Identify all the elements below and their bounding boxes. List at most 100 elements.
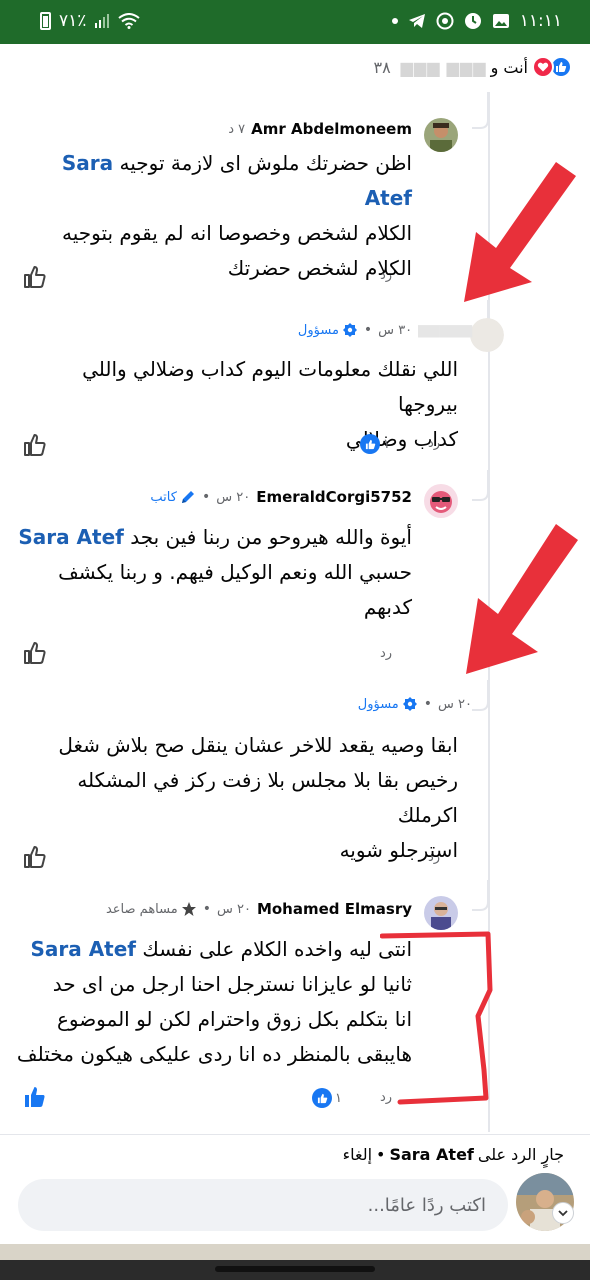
reply-input[interactable]: اكتب ردًا عامًا...: [18, 1179, 508, 1231]
author-name-blurred: ▆▆▆▆▆: [418, 322, 472, 338]
comment-text-line: استرجلو شويه: [339, 838, 458, 862]
comment-text-line: أيوة والله هيروحو من ربنا فين بجد: [130, 525, 412, 549]
reactions-blurred-names: ▆▆▆ ▆▆▆: [400, 57, 487, 77]
comment-text-line: اظن حضرتك ملوش اى لازمة توجيه: [119, 151, 412, 175]
chevron-down-icon[interactable]: [552, 1202, 574, 1224]
signal-icon: [95, 14, 110, 28]
admin-badge: مسؤول: [358, 696, 418, 712]
author-name[interactable]: EmeraldCorgi5752: [256, 488, 412, 506]
comment-text-line: ابقا وصيه يقعد للاخر عشان ينقل صح بلاش ش…: [58, 733, 458, 757]
comment-time[interactable]: ٣٠ س: [378, 323, 412, 338]
like-button-icon[interactable]: [22, 844, 48, 870]
thread-connector: [472, 470, 489, 501]
clock-time: ١١:١١: [519, 11, 562, 31]
comment-time[interactable]: ٢٠ س: [216, 490, 250, 505]
comment-meta: ٢٠ س • مسؤول: [358, 696, 478, 712]
badge-label: مساهم صاعد: [105, 901, 178, 917]
thread-connector: [472, 92, 489, 129]
shield-badge-icon: [402, 697, 417, 711]
comment-time[interactable]: ٢٠ س: [438, 697, 472, 712]
comment-meta: EmeraldCorgi5752 ٢٠ س • كاتب: [150, 488, 412, 506]
like-count-value: ١: [335, 1090, 342, 1106]
meta-separator: •: [202, 901, 211, 917]
comment-meta: ▆▆▆▆▆ ٣٠ س • مسؤول: [298, 322, 478, 338]
reply-composer: جارٍ الرد على Sara Atef • إلغاء اكتب ردً…: [0, 1134, 590, 1244]
replying-name[interactable]: Sara Atef: [389, 1145, 473, 1164]
nav-bar-background-strip: [0, 1244, 590, 1260]
reply-button[interactable]: رد: [428, 850, 440, 865]
reactions-count: ٣٨: [373, 57, 391, 77]
comment-time[interactable]: ٧ د: [228, 122, 245, 137]
gallery-icon: [492, 14, 509, 28]
thread-connector: [472, 880, 489, 911]
badge-label: مسؤول: [297, 322, 339, 338]
red-arrow-annotation: [464, 162, 576, 302]
meta-separator: •: [423, 696, 433, 712]
status-bar: ٧١٪ ١١:١١: [0, 0, 590, 44]
author-name[interactable]: Amr Abdelmoneem: [251, 120, 412, 138]
home-gesture-bar[interactable]: [215, 1266, 375, 1272]
reactions-summary[interactable]: أنت و ▆▆▆ ▆▆▆ ٣٨: [373, 52, 572, 82]
status-left: ٧١٪: [40, 11, 141, 31]
reply-input-placeholder: اكتب ردًا عامًا...: [367, 1194, 486, 1216]
cancel-reply-button[interactable]: إلغاء: [343, 1145, 372, 1164]
mention-link[interactable]: Sara Atef: [18, 525, 124, 549]
comment-text-line: كداب وضلالي: [345, 427, 458, 451]
mention-link[interactable]: Sara Atef: [30, 937, 136, 961]
like-count[interactable]: ١: [360, 434, 390, 454]
comment-meta: Mohamed Elmasry ٢٠ س • مساهم صاعد: [106, 900, 412, 918]
author-name[interactable]: Mohamed Elmasry: [257, 900, 412, 918]
comment-text-line: كدبهم: [363, 595, 412, 619]
system-nav-bar: [0, 1244, 590, 1280]
status-right: ١١:١١: [391, 11, 562, 31]
comment-text-line: حسبي الله ونعم الوكيل فيهم. و ربنا يكشف: [58, 560, 412, 584]
notification-dot-icon: [391, 18, 398, 24]
author-badge: كاتب: [150, 489, 196, 505]
telegram-icon: [408, 14, 425, 28]
like-reaction-icon: [360, 434, 380, 454]
comment-body: أيوة والله هيروحو من ربنا فين بجد Sara A…: [12, 520, 412, 625]
like-button-icon[interactable]: [22, 264, 48, 290]
avatar[interactable]: [424, 484, 458, 518]
love-reaction-icon: [532, 56, 554, 78]
badge-label: كاتب: [150, 489, 177, 505]
replying-separator: •: [376, 1145, 386, 1164]
wifi-icon: [118, 13, 141, 29]
like-count[interactable]: ١: [312, 1088, 342, 1108]
red-bracket-annotation: [380, 931, 493, 1105]
liked-button-icon[interactable]: [22, 1084, 48, 1110]
avatar[interactable]: [424, 896, 458, 930]
like-button-icon[interactable]: [22, 432, 48, 458]
star-badge-icon: [181, 902, 196, 916]
avatar[interactable]: [424, 118, 458, 152]
battery-level: ٧١٪: [59, 11, 87, 31]
reply-button[interactable]: رد: [380, 268, 392, 283]
badge-label: مسؤول: [357, 696, 399, 712]
clock-icon: [464, 13, 481, 29]
comment-text-line: ثانيا لو عايزانا نسترجل احنا ارجل من اى …: [52, 972, 412, 996]
comment-body: ابقا وصيه يقعد للاخر عشان ينقل صح بلاش ش…: [18, 728, 458, 868]
like-button-icon[interactable]: [22, 640, 48, 666]
comment-text-line: انا بتكلم بكل زوق واحترام لكن لو الموضوع: [56, 1007, 412, 1031]
shield-badge-icon: [342, 323, 357, 337]
comment-text-line: الكلام لشخص وخصوصا انه لم يقوم بتوجيه: [62, 221, 412, 245]
comment-text-line: اللي نقلك معلومات اليوم كداب وضلالي والل…: [82, 357, 458, 416]
reply-button[interactable]: رد: [428, 436, 440, 451]
contributor-badge: مساهم صاعد: [106, 901, 197, 917]
comment-time[interactable]: ٢٠ س: [217, 902, 251, 917]
replying-prefix: جارٍ الرد على: [477, 1145, 564, 1164]
reply-button[interactable]: رد: [380, 646, 392, 661]
pen-badge-icon: [181, 491, 194, 503]
comment-text-line: رخيص بقا بلا مجلس بلا زفت ركز في المشكله…: [77, 768, 458, 827]
battery-icon: [40, 12, 51, 30]
like-count-value: ١: [383, 436, 390, 452]
comment-body: انتى ليه واخده الكلام على نفسك Sara Atef…: [0, 932, 412, 1072]
whatsapp-icon: [436, 12, 454, 30]
like-reaction-icon: [312, 1088, 332, 1108]
comment-text-line: الكلام لشخص حضرتك: [227, 256, 412, 280]
comment-meta: Amr Abdelmoneem ٧ د: [228, 120, 412, 138]
replying-to: جارٍ الرد على Sara Atef • إلغاء: [343, 1145, 564, 1164]
comment-body: اظن حضرتك ملوش اى لازمة توجيه Sara Atef …: [32, 146, 412, 286]
meta-separator: •: [201, 489, 211, 505]
meta-separator: •: [363, 322, 373, 338]
